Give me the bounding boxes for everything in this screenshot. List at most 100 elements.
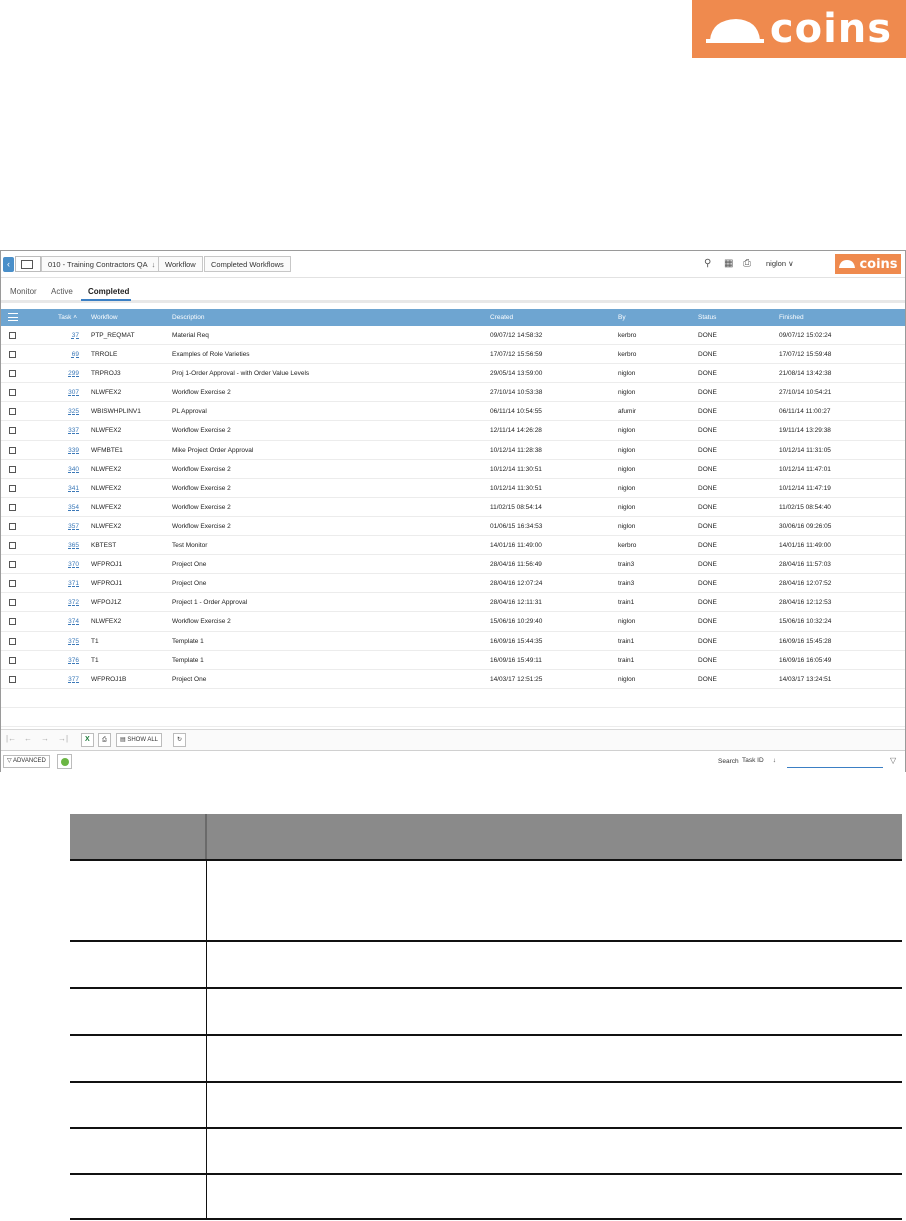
search-field-select[interactable]: Task ID ↓ bbox=[742, 757, 776, 764]
col-created[interactable]: Created bbox=[490, 314, 513, 321]
task-link[interactable]: 377 bbox=[59, 676, 79, 683]
col-task-label: Task bbox=[58, 314, 72, 321]
row-checkbox[interactable] bbox=[9, 522, 16, 530]
row-checkbox[interactable] bbox=[9, 542, 16, 550]
task-link[interactable]: 365 bbox=[59, 542, 79, 549]
search-icon[interactable]: ⚲ bbox=[704, 258, 711, 269]
excel-export-button[interactable]: X bbox=[81, 733, 94, 747]
table-row[interactable]: 69 TRROLE Examples of Role Varieties 17/07/… bbox=[1, 345, 905, 365]
table-row[interactable]: 307 NLWFEX2 Workflow Exercise 2 27/10/14 10… bbox=[1, 383, 905, 403]
task-link[interactable]: 374 bbox=[59, 618, 79, 625]
cell-by: kerbro bbox=[618, 351, 637, 359]
row-checkbox[interactable] bbox=[9, 561, 16, 569]
cell-status: DONE bbox=[698, 580, 717, 588]
row-checkbox[interactable] bbox=[9, 427, 16, 435]
table-row[interactable]: 354 NLWFEX2 Workflow Exercise 2 11/02/15 08… bbox=[1, 498, 905, 517]
task-link[interactable]: 375 bbox=[59, 638, 79, 645]
task-link[interactable]: 341 bbox=[59, 485, 79, 492]
task-link[interactable]: 69 bbox=[59, 351, 79, 358]
table-row[interactable]: 339 WFMBTE1 Mike Project Order Approval 10/… bbox=[1, 441, 905, 460]
user-menu[interactable]: niglon ∨ bbox=[766, 259, 794, 268]
table-row[interactable]: 376 T1 Template 1 16/09/16 15:49:11 train1 DO… bbox=[1, 651, 905, 670]
task-link[interactable]: 307 bbox=[59, 389, 79, 396]
tab-completed[interactable]: Completed bbox=[88, 287, 129, 296]
table-row[interactable]: 377 WFPROJ1B Project One 14/03/17 12:51:25 n… bbox=[1, 670, 905, 689]
table-row[interactable]: 341 NLWFEX2 Workflow Exercise 2 10/12/14 11… bbox=[1, 479, 905, 498]
col-status[interactable]: Status bbox=[698, 314, 716, 321]
table-row[interactable]: 340 NLWFEX2 Workflow Exercise 2 10/12/14 11… bbox=[1, 460, 905, 479]
breadcrumb-workflow[interactable]: Workflow bbox=[158, 256, 203, 272]
task-link[interactable]: 340 bbox=[59, 466, 79, 473]
refresh-button[interactable]: ↻ bbox=[173, 733, 187, 747]
table-row[interactable]: 299 TRPROJ3 Proj 1-Order Approval - with O… bbox=[1, 364, 905, 384]
row-checkbox[interactable] bbox=[9, 656, 16, 664]
empty-row bbox=[1, 708, 905, 727]
task-link[interactable]: 372 bbox=[59, 599, 79, 606]
advanced-filter-button[interactable]: ▽ ADVANCED bbox=[3, 755, 50, 768]
row-checkbox[interactable] bbox=[9, 484, 16, 492]
table-row[interactable]: 37 PTP_REQMAT Material Req 09/07/12 14:58:3… bbox=[1, 326, 905, 346]
row-checkbox[interactable] bbox=[9, 503, 16, 511]
grid-icon[interactable]: ▦ bbox=[724, 258, 733, 269]
row-checkbox[interactable] bbox=[9, 599, 16, 607]
first-page-icon[interactable]: |← bbox=[6, 734, 16, 743]
filter-icon[interactable]: ▽ bbox=[890, 756, 896, 765]
home-button[interactable] bbox=[15, 256, 41, 272]
col-finished[interactable]: Finished bbox=[779, 314, 804, 321]
row-checkbox[interactable] bbox=[9, 332, 16, 339]
search-input[interactable] bbox=[787, 755, 883, 768]
column-menu-icon[interactable] bbox=[8, 313, 18, 321]
col-workflow[interactable]: Workflow bbox=[91, 314, 118, 321]
table-row[interactable]: 375 T1 Template 1 16/09/16 15:44:35 train1 DO… bbox=[1, 632, 905, 651]
show-all-button[interactable]: ▤ SHOW ALL bbox=[116, 733, 163, 747]
tab-active[interactable]: Active bbox=[51, 287, 73, 296]
row-checkbox[interactable] bbox=[9, 351, 16, 359]
row-checkbox[interactable] bbox=[9, 389, 16, 397]
back-button[interactable]: ‹ bbox=[3, 257, 14, 272]
table-row[interactable]: 370 WFPROJ1 Project One 28/04/16 11:56:49 tr… bbox=[1, 555, 905, 575]
row-checkbox[interactable] bbox=[9, 370, 16, 378]
task-link[interactable]: 376 bbox=[59, 657, 79, 664]
cell-description: Test Monitor bbox=[172, 542, 208, 550]
status-indicator-icon[interactable] bbox=[57, 754, 72, 769]
row-checkbox[interactable] bbox=[9, 446, 16, 454]
breadcrumb-company[interactable]: 010 - Training Contractors QA ↓ bbox=[41, 256, 163, 272]
table-row[interactable]: 374 NLWFEX2 Workflow Exercise 2 15/06/16 10… bbox=[1, 612, 905, 632]
task-link[interactable]: 370 bbox=[59, 561, 79, 568]
print-button[interactable]: ⎙ bbox=[98, 733, 111, 747]
task-link[interactable]: 371 bbox=[59, 580, 79, 587]
task-link[interactable]: 339 bbox=[59, 447, 79, 454]
task-link[interactable]: 354 bbox=[59, 504, 79, 511]
cell-created: 09/07/12 14:58:32 bbox=[490, 332, 543, 339]
next-page-icon[interactable]: → bbox=[41, 734, 49, 743]
row-checkbox[interactable] bbox=[9, 637, 16, 645]
table-row[interactable]: 372 WFPOJ1Z Project 1 - Order Approval 28/0… bbox=[1, 593, 905, 613]
tab-monitor[interactable]: Monitor bbox=[10, 287, 37, 296]
cell-status: DONE bbox=[698, 408, 717, 416]
table-cell bbox=[206, 1082, 902, 1129]
row-checkbox[interactable] bbox=[9, 580, 16, 588]
last-page-icon[interactable]: →| bbox=[58, 734, 68, 743]
task-link[interactable]: 357 bbox=[59, 523, 79, 530]
row-checkbox[interactable] bbox=[9, 675, 16, 683]
row-checkbox[interactable] bbox=[9, 618, 16, 626]
table-row[interactable]: 357 NLWFEX2 Workflow Exercise 2 01/06/15 16… bbox=[1, 517, 905, 537]
user-name: niglon bbox=[766, 259, 787, 268]
task-link[interactable]: 299 bbox=[59, 370, 79, 377]
table-row[interactable]: 371 WFPROJ1 Project One 28/04/16 12:07:24 tr… bbox=[1, 574, 905, 594]
print-icon[interactable]: ⎙ bbox=[743, 258, 751, 269]
table-row[interactable]: 337 NLWFEX2 Workflow Exercise 2 12/11/14 14… bbox=[1, 421, 905, 441]
task-link[interactable]: 337 bbox=[59, 427, 79, 434]
col-description[interactable]: Description bbox=[172, 314, 205, 321]
row-checkbox[interactable] bbox=[9, 465, 16, 473]
cell-by: niglon bbox=[618, 427, 636, 435]
task-link[interactable]: 37 bbox=[59, 332, 79, 339]
col-by[interactable]: By bbox=[618, 314, 626, 321]
breadcrumb-completed[interactable]: Completed Workflows bbox=[204, 256, 291, 272]
col-task[interactable]: Task ˄ bbox=[58, 314, 77, 321]
row-checkbox[interactable] bbox=[9, 408, 16, 416]
table-row[interactable]: 365 KBTEST Test Monitor 14/01/16 11:49:00 ke… bbox=[1, 536, 905, 556]
task-link[interactable]: 325 bbox=[59, 408, 79, 415]
prev-page-icon[interactable]: ← bbox=[24, 734, 32, 743]
table-row[interactable]: 325 WBISWHPLINV1 PL Approval 06/11/14 10:54… bbox=[1, 402, 905, 422]
